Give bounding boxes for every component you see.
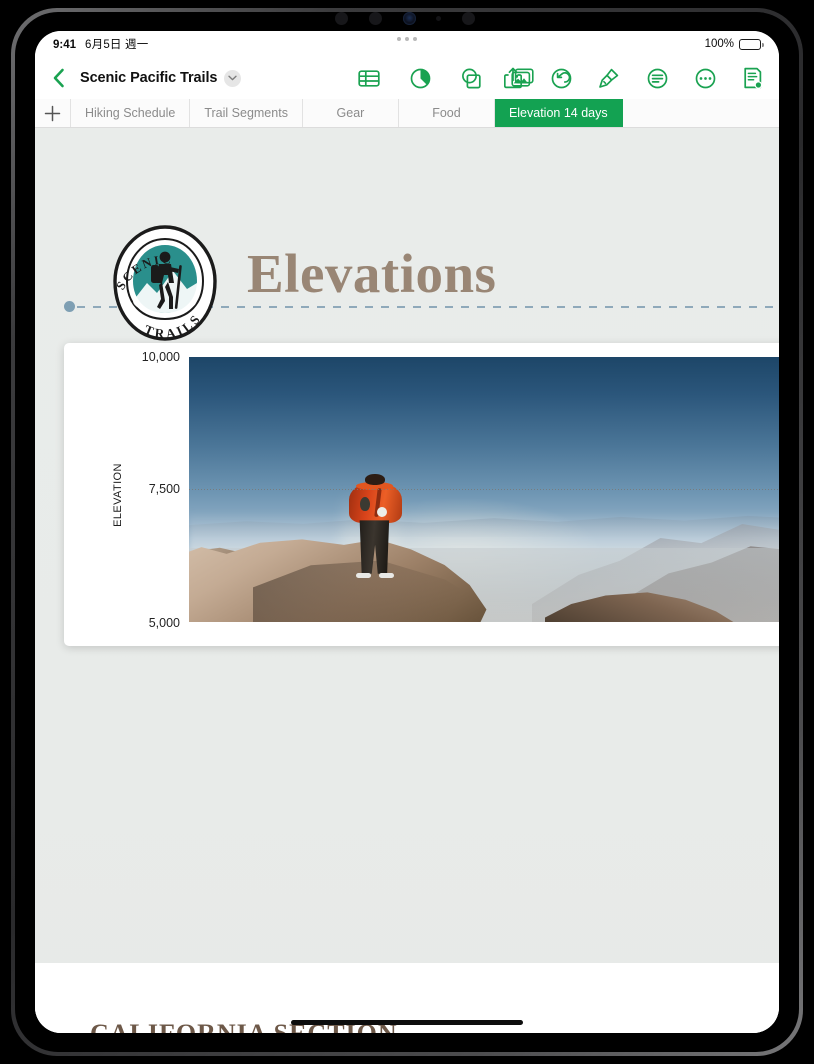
- y-tick-5000: 5,000: [148, 616, 180, 630]
- page-title[interactable]: Elevations: [247, 242, 496, 305]
- format-panel-button[interactable]: [645, 66, 669, 90]
- chart-plot-area[interactable]: [189, 357, 779, 622]
- sheet-tab-bar: Hiking Schedule Trail Segments Gear Food…: [35, 99, 779, 128]
- share-up-arrow-icon: [504, 67, 522, 89]
- document-badge-icon: [744, 67, 763, 89]
- hiker-head: [365, 473, 386, 485]
- hiker-shoe-right: [378, 572, 395, 579]
- scenic-pacific-trails-logo[interactable]: SCENIC PACIFIC TRAILS: [107, 223, 223, 345]
- y-tick-10000: 10,000: [141, 350, 180, 364]
- status-time: 9:41: [53, 39, 77, 51]
- document-header-band: SCENIC PACIFIC TRAILS Elevations: [35, 128, 779, 341]
- plus-icon: [44, 105, 61, 121]
- screen: 9:41 6月5日 週一 100% Scenic Pacific Trails …: [35, 31, 779, 1033]
- hiker-shoe-left: [356, 572, 372, 579]
- camera-lens-3: [402, 11, 416, 25]
- shape-icon: [462, 68, 481, 88]
- insert-shape-button[interactable]: [459, 66, 483, 90]
- collaborate-button[interactable]: [741, 66, 765, 90]
- chevron-down-glyph: [228, 75, 238, 81]
- status-date: 6月5日 週一: [85, 39, 149, 51]
- more-button[interactable]: [693, 66, 717, 90]
- ipad-device: 9:41 6月5日 週一 100% Scenic Pacific Trails …: [0, 0, 814, 1064]
- camera-lens-1: [335, 11, 348, 25]
- multitasking-handle[interactable]: [397, 37, 417, 41]
- undo-arrow-icon: [551, 68, 571, 88]
- chevron-left-icon: [53, 68, 64, 88]
- status-bar-left: 9:41 6月5日 週一: [53, 36, 148, 52]
- chevron-down-icon[interactable]: [224, 69, 242, 87]
- handle-dot-3: [413, 37, 417, 41]
- camera-lens-4: [462, 11, 475, 25]
- sheet-tab-hiking-schedule[interactable]: Hiking Schedule: [71, 99, 191, 127]
- hiker-figure: [336, 473, 412, 585]
- sheet-tab-gear[interactable]: Gear: [303, 99, 399, 127]
- handle-dot-1: [397, 37, 401, 41]
- battery-percent: 100%: [704, 38, 734, 50]
- back-button[interactable]: [45, 65, 71, 91]
- insert-chart-button[interactable]: [408, 66, 432, 90]
- y-tick-7500: 7,500: [148, 482, 180, 496]
- hiker-backpack-pocket: [359, 496, 370, 512]
- handle-dot-2: [405, 37, 409, 41]
- paintbrush-icon: [599, 68, 619, 88]
- hiker-legs: [359, 520, 390, 574]
- camera-lens-2: [368, 11, 382, 25]
- status-bar-right: 100%: [704, 38, 764, 50]
- table-icon: [358, 69, 380, 87]
- ellipsis-circle-icon: [695, 68, 715, 88]
- camera-array: [335, 9, 475, 27]
- app-toolbar: Scenic Pacific Trails: [35, 57, 779, 99]
- action-tool-group: [501, 66, 765, 90]
- sheet-tab-elevation-14-days[interactable]: Elevation 14 days: [494, 99, 623, 127]
- alignment-guide-handle[interactable]: [64, 301, 75, 312]
- document-title[interactable]: Scenic Pacific Trails: [80, 70, 217, 86]
- insert-table-button[interactable]: [357, 66, 381, 90]
- sheet-tab-trail-segments[interactable]: Trail Segments: [190, 99, 303, 127]
- gridline-7500: [189, 489, 779, 490]
- add-sheet-button[interactable]: [35, 99, 71, 127]
- status-bar: 9:41 6月5日 週一 100%: [35, 31, 779, 57]
- pie-chart-icon: [410, 68, 430, 88]
- undo-button[interactable]: [549, 66, 573, 90]
- format-lines-circle-icon: [647, 68, 667, 88]
- sheet-tab-food[interactable]: Food: [399, 99, 495, 127]
- home-indicator[interactable]: [291, 1020, 523, 1025]
- camera-sensor-dot: [436, 15, 442, 21]
- battery-full-icon: [739, 38, 764, 50]
- document-canvas[interactable]: SCENIC PACIFIC TRAILS Elevations ELEVATI…: [35, 128, 779, 1033]
- format-brush-button[interactable]: [597, 66, 621, 90]
- elevation-chart[interactable]: ELEVATION 10,000 7,500 5,000 2,500: [64, 343, 779, 646]
- share-button[interactable]: [501, 66, 525, 90]
